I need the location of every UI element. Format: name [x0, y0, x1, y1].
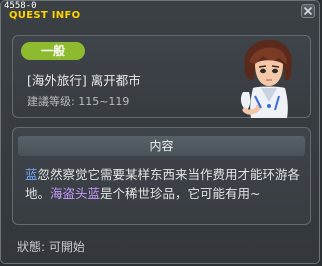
- npc-portrait: [240, 39, 293, 118]
- quest-level: 建議等级: 115~119: [27, 93, 129, 109]
- level-range: 115~119: [78, 95, 130, 108]
- quest-status: 狀態: 可開始: [17, 238, 85, 255]
- desc-highlight-name: 蓝: [25, 167, 38, 182]
- quest-info-window: 4558-0 QUEST INFO 一般 [海外旅行] 离开都市 建議等级: 1…: [0, 0, 320, 264]
- quest-category-badge: 一般: [21, 42, 85, 60]
- content-header: 内容: [18, 136, 305, 156]
- desc-text-end: 是个稀世珍品，它可能有用~: [100, 186, 261, 201]
- quest-summary-panel: 一般 [海外旅行] 离开都市 建議等级: 115~119: [12, 35, 311, 118]
- quest-description: 蓝忽然察觉它需要某样东西来当作费用才能环游各地。海盗头蓝是个稀世珍品，它可能有用…: [25, 165, 307, 203]
- close-icon: [304, 7, 312, 15]
- window-title: QUEST INFO: [9, 10, 81, 21]
- close-button[interactable]: [301, 4, 315, 18]
- status-separator: :: [41, 240, 49, 254]
- status-label: 狀態: [17, 240, 42, 254]
- quest-title: [海外旅行] 离开都市: [27, 73, 141, 88]
- status-value: 可開始: [48, 240, 85, 254]
- level-label: 建議等级: [27, 95, 71, 108]
- desc-highlight-item: 海盗头蓝: [50, 186, 101, 201]
- quest-content-panel: 内容 蓝忽然察觉它需要某样东西来当作费用才能环游各地。海盗头蓝是个稀世珍品，它可…: [12, 127, 311, 225]
